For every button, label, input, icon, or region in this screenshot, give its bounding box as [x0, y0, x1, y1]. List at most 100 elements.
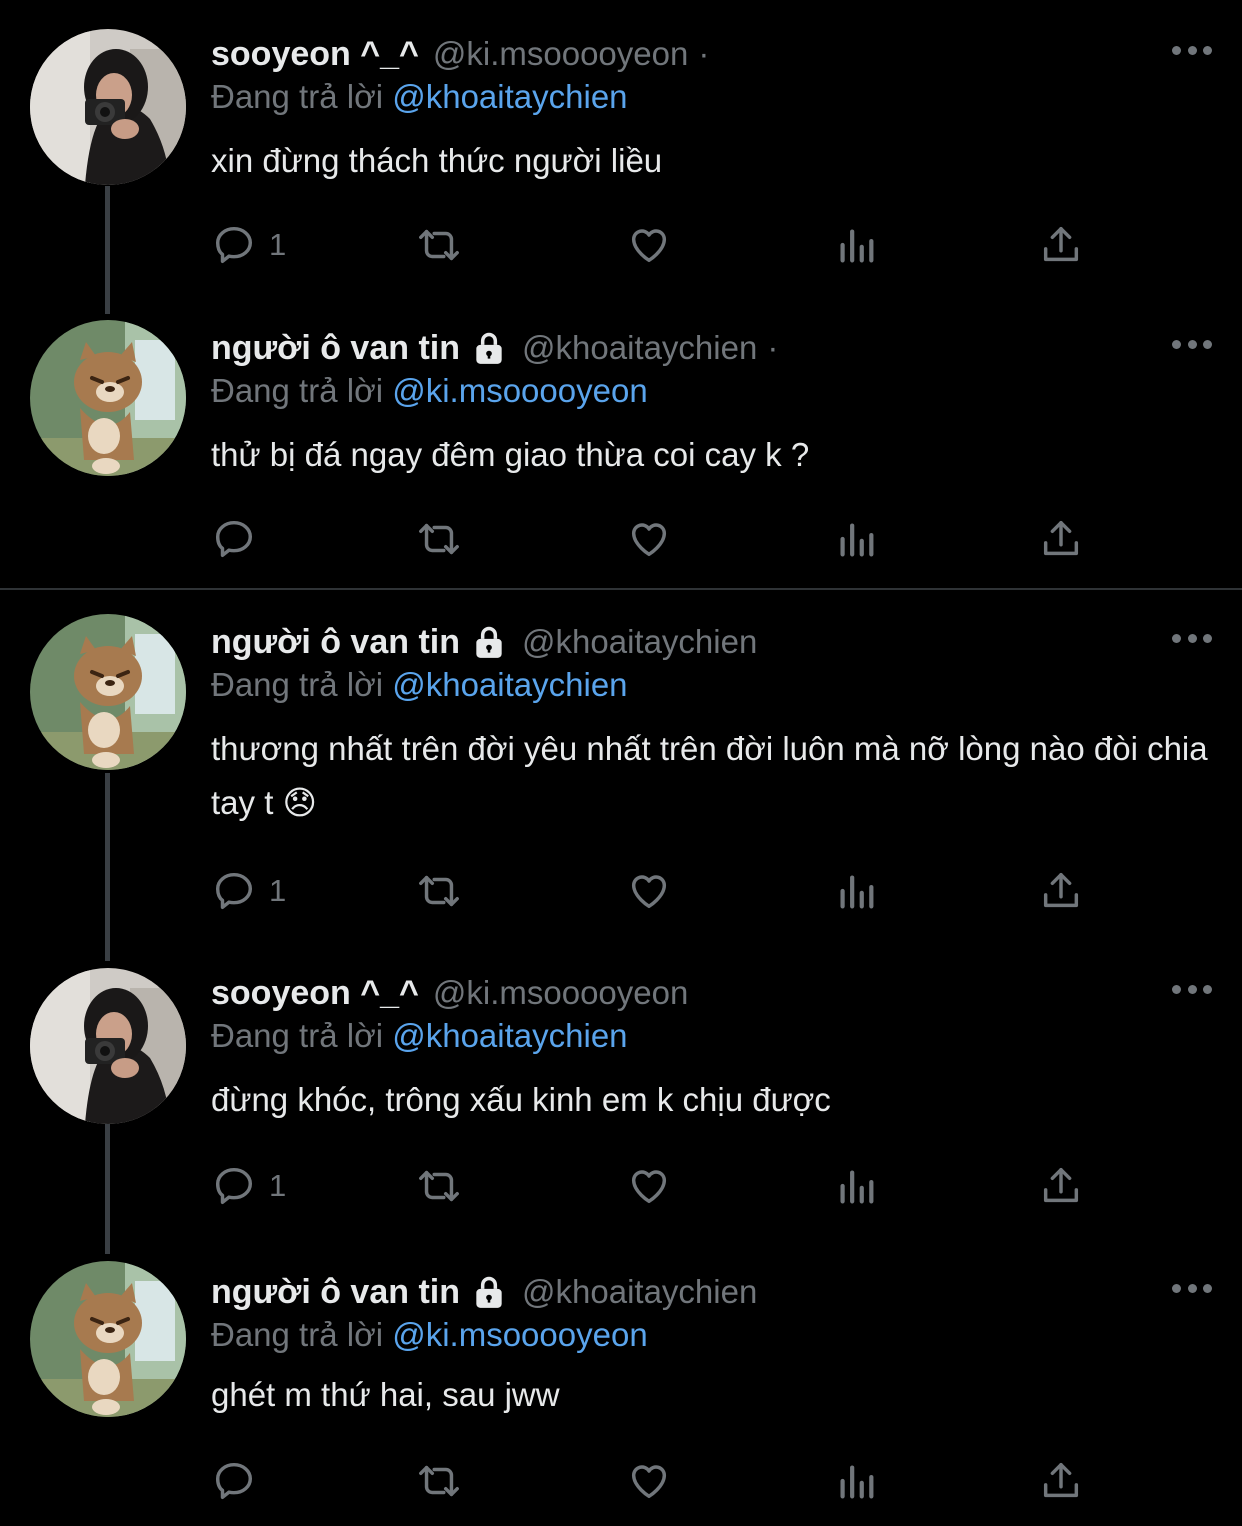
more-icon[interactable] — [1172, 42, 1212, 58]
reply-icon — [215, 872, 253, 910]
avatar[interactable] — [30, 968, 186, 1124]
replying-label: Đang trả lời — [211, 372, 384, 409]
tweet-text: thử bị đá ngay đêm giao thừa coi cay k ? — [211, 436, 810, 473]
like-button[interactable] — [626, 1161, 672, 1211]
retweet-button[interactable] — [416, 514, 462, 564]
share-icon — [1043, 1462, 1079, 1498]
retweet-icon — [419, 875, 459, 907]
reply-icon — [215, 520, 253, 558]
cartoon-bear-avatar — [30, 614, 186, 770]
user-handle[interactable]: @khoaitaychien — [522, 623, 757, 661]
more-icon[interactable] — [1172, 336, 1212, 352]
share-button[interactable] — [1038, 220, 1084, 270]
share-icon — [1043, 872, 1079, 908]
retweet-icon — [419, 1465, 459, 1497]
more-icon[interactable] — [1172, 630, 1212, 646]
reply-button[interactable]: 1 — [211, 1161, 286, 1211]
like-button[interactable] — [626, 220, 672, 270]
replying-label: Đang trả lời — [211, 1017, 384, 1054]
replying-to: Đang trả lời @ki.msooooyeon — [211, 372, 648, 410]
lock-icon — [470, 623, 508, 661]
retweet-button[interactable] — [416, 220, 462, 270]
action-bar — [211, 1456, 1101, 1506]
reply-mention-link[interactable]: @ki.msooooyeon — [392, 372, 647, 409]
action-bar: 1 — [211, 1161, 1101, 1211]
conversation-divider — [0, 588, 1242, 590]
like-icon — [631, 1170, 667, 1204]
more-icon[interactable] — [1172, 981, 1212, 997]
user-handle[interactable]: @ki.msooooyeon — [433, 35, 688, 73]
avatar[interactable] — [30, 320, 186, 476]
share-button[interactable] — [1038, 1161, 1084, 1211]
avatar[interactable] — [30, 614, 186, 770]
tweet-text: đừng khóc, trông xấu kinh em k chịu được — [211, 1081, 831, 1118]
like-button[interactable] — [626, 1456, 672, 1506]
views-icon — [840, 875, 874, 909]
reply-mention-link[interactable]: @khoaitaychien — [392, 1017, 627, 1054]
reply-count: 1 — [269, 227, 287, 262]
views-icon — [840, 1465, 874, 1499]
views-button[interactable] — [833, 1161, 879, 1211]
tweet-text: thương nhất trên đời yêu nhất trên đời l… — [211, 730, 1208, 821]
share-icon — [1043, 226, 1079, 262]
views-button[interactable] — [833, 514, 879, 564]
tweet[interactable]: người ô van tin @khoaitaychien · Đang tr… — [0, 320, 1242, 576]
like-icon — [631, 229, 667, 263]
like-icon — [631, 875, 667, 909]
views-button[interactable] — [833, 866, 879, 916]
views-button[interactable] — [833, 220, 879, 270]
action-bar — [211, 514, 1101, 564]
retweet-icon — [419, 1170, 459, 1202]
reply-mention-link[interactable]: @ki.msooooyeon — [392, 1316, 647, 1353]
share-button[interactable] — [1038, 866, 1084, 916]
views-icon — [840, 1170, 874, 1204]
retweet-button[interactable] — [416, 1161, 462, 1211]
avatar[interactable] — [30, 29, 186, 185]
display-name[interactable]: sooyeon ^_^ — [211, 35, 419, 74]
tweet-header: người ô van tin @khoaitaychien — [211, 620, 757, 664]
retweet-icon — [419, 229, 459, 261]
display-name[interactable]: sooyeon ^_^ — [211, 974, 419, 1013]
tweet-text: ghét m thứ hai, sau jww — [211, 1376, 560, 1413]
views-icon — [840, 523, 874, 557]
display-name[interactable]: người ô van tin — [211, 623, 460, 662]
action-bar: 1 — [211, 866, 1101, 916]
display-name[interactable]: người ô van tin — [211, 1273, 460, 1312]
replying-to: Đang trả lời @khoaitaychien — [211, 78, 628, 116]
tweet[interactable]: người ô van tin @khoaitaychien Đang trả … — [0, 1261, 1242, 1520]
share-button[interactable] — [1038, 514, 1084, 564]
tweet-header: người ô van tin @khoaitaychien — [211, 1270, 757, 1314]
reply-button[interactable] — [211, 1456, 269, 1506]
user-handle[interactable]: @khoaitaychien — [522, 329, 757, 367]
reply-button[interactable] — [211, 514, 269, 564]
reply-icon — [215, 1462, 253, 1500]
separator-dot: · — [698, 35, 710, 72]
reply-button[interactable]: 1 — [211, 866, 286, 916]
tweet[interactable]: sooyeon ^_^ @ki.msooooyeon Đang trả lời … — [0, 968, 1242, 1241]
tweet[interactable]: người ô van tin @khoaitaychien Đang trả … — [0, 614, 1242, 940]
tweet[interactable]: sooyeon ^_^ @ki.msooooyeon · Đang trả lờ… — [0, 29, 1242, 302]
user-handle[interactable]: @ki.msooooyeon — [433, 974, 688, 1012]
user-handle[interactable]: @khoaitaychien — [522, 1273, 757, 1311]
replying-to: Đang trả lời @khoaitaychien — [211, 666, 628, 704]
retweet-button[interactable] — [416, 1456, 462, 1506]
action-bar: 1 — [211, 220, 1101, 270]
views-button[interactable] — [833, 1456, 879, 1506]
girl-with-camera-avatar — [30, 968, 186, 1124]
reply-icon — [215, 1167, 253, 1205]
share-icon — [1043, 520, 1079, 556]
reply-button[interactable]: 1 — [211, 220, 286, 270]
views-icon — [840, 229, 874, 263]
more-icon[interactable] — [1172, 1280, 1212, 1296]
retweet-button[interactable] — [416, 866, 462, 916]
like-button[interactable] — [626, 514, 672, 564]
reply-mention-link[interactable]: @khoaitaychien — [392, 78, 627, 115]
like-button[interactable] — [626, 866, 672, 916]
replying-to: Đang trả lời @ki.msooooyeon — [211, 1316, 648, 1354]
display-name[interactable]: người ô van tin — [211, 329, 460, 368]
avatar[interactable] — [30, 1261, 186, 1417]
separator-dot: · — [767, 329, 779, 366]
reply-mention-link[interactable]: @khoaitaychien — [392, 666, 627, 703]
replying-label: Đang trả lời — [211, 666, 384, 703]
share-button[interactable] — [1038, 1456, 1084, 1506]
